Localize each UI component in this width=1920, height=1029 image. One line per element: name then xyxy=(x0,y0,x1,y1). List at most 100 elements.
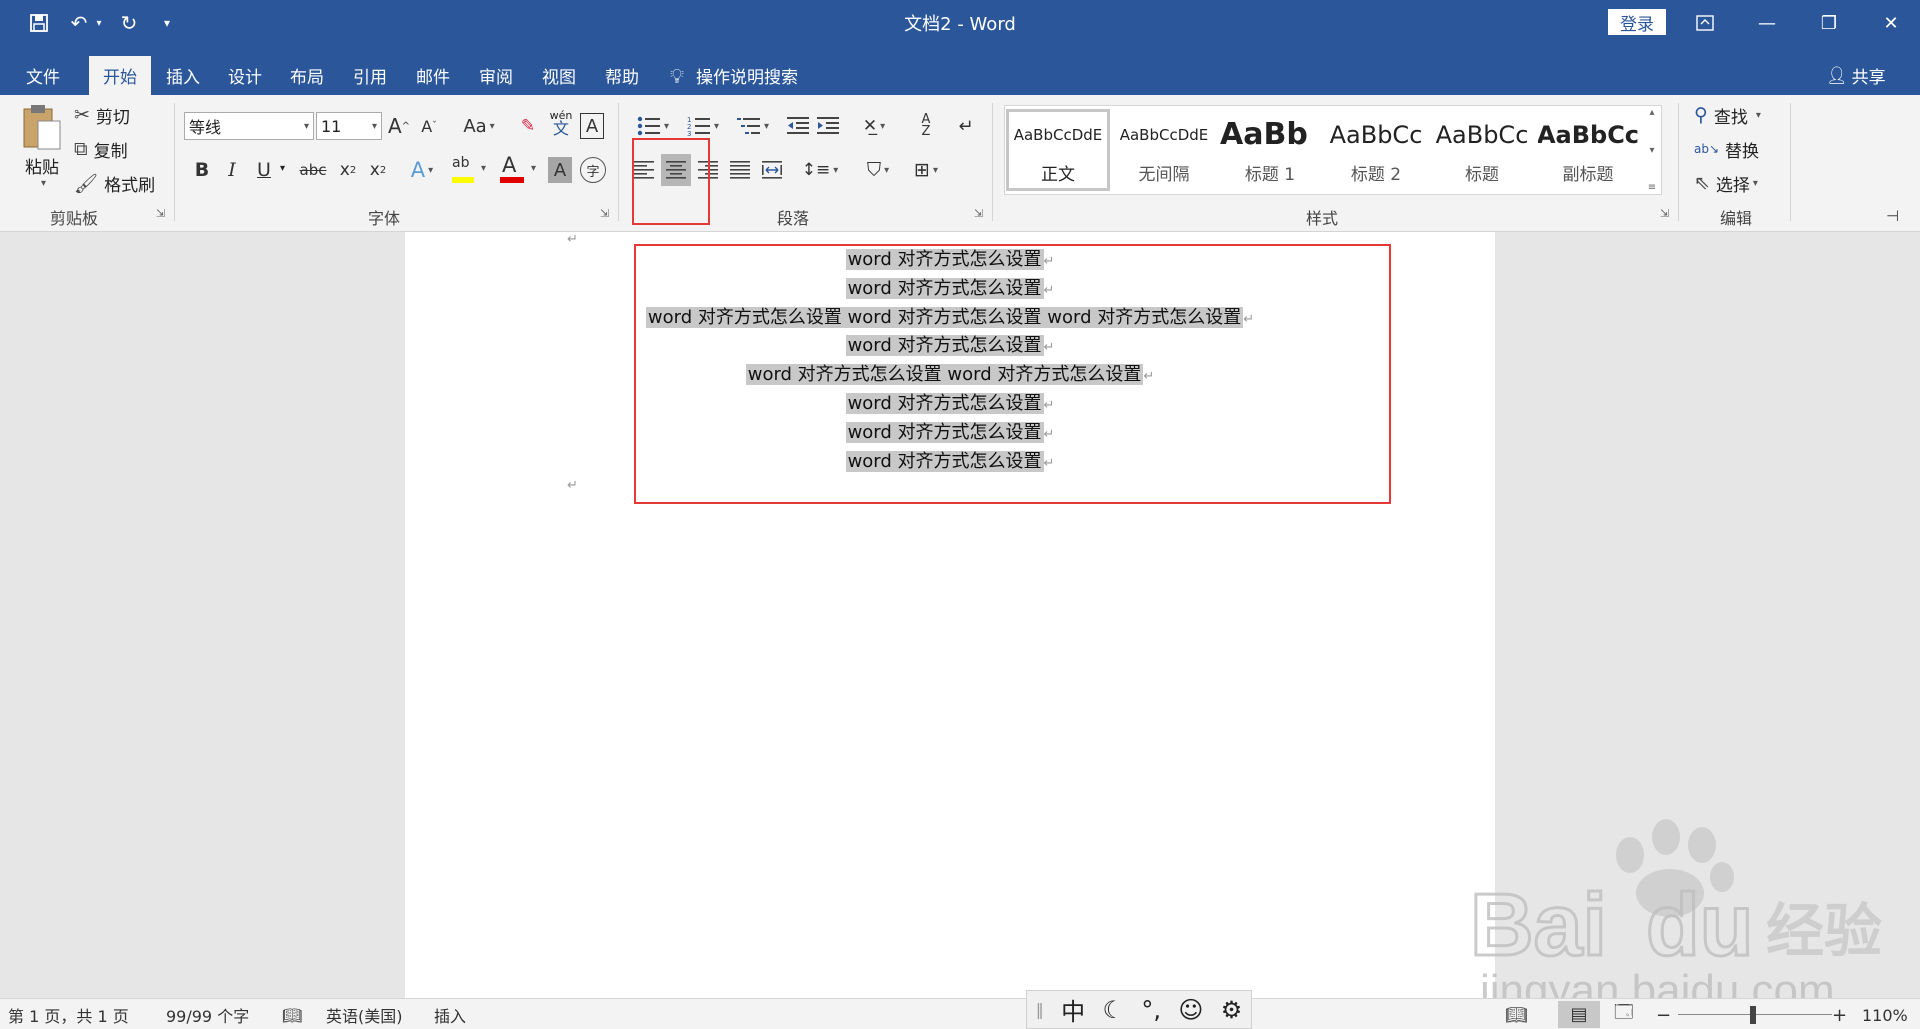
paste-dropdown-icon[interactable]: ▾ xyxy=(41,178,46,189)
emoji-icon[interactable]: ☺ xyxy=(1178,996,1203,1024)
zoom-in-icon[interactable]: + xyxy=(1832,1003,1847,1027)
zoom-level[interactable]: 110% xyxy=(1862,1003,1908,1027)
shading-icon[interactable]: ⛉ ▾ xyxy=(856,155,900,185)
word-count[interactable]: 99/99 个字 xyxy=(166,1003,249,1027)
save-icon[interactable] xyxy=(22,8,56,38)
bullets-icon[interactable]: ▾ xyxy=(630,112,676,140)
tab-help[interactable]: 帮助 xyxy=(591,56,653,95)
shrink-font-icon[interactable]: Aˇ xyxy=(416,112,442,140)
distributed-icon[interactable] xyxy=(758,155,786,185)
font-name-combo[interactable]: 等线 ▾ xyxy=(184,112,314,140)
justify-icon[interactable] xyxy=(726,155,754,185)
subscript-icon[interactable]: x2 xyxy=(334,155,362,185)
minimize-icon[interactable]: — xyxy=(1738,0,1796,46)
increase-indent-icon[interactable] xyxy=(814,112,842,140)
language-indicator[interactable]: 英语(美国) xyxy=(326,1003,403,1027)
signin-button[interactable]: 登录 xyxy=(1608,9,1666,35)
borders-icon[interactable]: ⊞ ▾ xyxy=(904,155,948,185)
zoom-out-icon[interactable]: − xyxy=(1656,1003,1671,1027)
styles-group-label: 样式 xyxy=(1305,209,1338,228)
paste-button[interactable]: 粘贴 ▾ xyxy=(14,103,70,195)
clipboard-launcher-icon[interactable]: ⇲ xyxy=(156,207,165,220)
redo-icon[interactable]: ↻ xyxy=(112,8,146,38)
select-button[interactable]: ⇖ 选择 ▾ xyxy=(1694,169,1758,197)
copy-button[interactable]: ⧉ 复制 xyxy=(74,135,128,163)
undo-icon[interactable]: ↶ xyxy=(62,8,96,38)
text-effects-icon[interactable]: A ▾ xyxy=(402,155,442,185)
sort-icon[interactable]: AZ xyxy=(912,112,940,140)
highlight-color-icon[interactable]: ab ▾ xyxy=(448,155,494,185)
tab-insert[interactable]: 插入 xyxy=(152,56,214,95)
page-count[interactable]: 第 1 页，共 1 页 xyxy=(8,1003,129,1027)
font-color-icon[interactable]: A ▾ xyxy=(498,153,542,185)
format-painter-button[interactable]: 🖌︎ 格式刷 xyxy=(74,169,155,197)
document-page[interactable]: ↵ word 对齐方式怎么设置 ↵ word 对齐方式怎么设置 ↵ word 对齐方… xyxy=(405,232,1495,998)
line-spacing-icon[interactable]: ↕≡ ▾ xyxy=(798,155,842,185)
style-title[interactable]: AaBbCc 标题 xyxy=(1430,109,1534,191)
tab-home[interactable]: 开始 xyxy=(89,56,151,95)
customize-icon[interactable]: ▾ xyxy=(155,8,179,38)
tab-view[interactable]: 视图 xyxy=(528,56,590,95)
character-border-icon[interactable]: A xyxy=(580,113,604,139)
show-formatting-marks-icon[interactable]: ↵ xyxy=(952,112,980,140)
tab-mailings[interactable]: 邮件 xyxy=(402,56,464,95)
paragraph-launcher-icon[interactable]: ⇲ xyxy=(974,207,983,220)
undo-dropdown-icon[interactable]: ▾ xyxy=(92,8,106,38)
style-normal[interactable]: AaBbCcDdE 正文 xyxy=(1006,109,1110,191)
decrease-indent-icon[interactable] xyxy=(784,112,812,140)
underline-dropdown-icon[interactable]: ▾ xyxy=(280,163,285,174)
tab-design[interactable]: 设计 xyxy=(214,56,276,95)
tab-review[interactable]: 审阅 xyxy=(465,56,527,95)
italic-icon[interactable]: I xyxy=(218,155,246,185)
web-layout-icon[interactable]: 🗔︎ xyxy=(1614,1002,1634,1027)
replace-button[interactable]: ab↘ 替换 xyxy=(1694,135,1759,163)
cut-button[interactable]: ✂ 剪切 xyxy=(74,101,130,129)
style-sample: AaBb xyxy=(1220,117,1308,152)
share-button[interactable]: 👤︎ 共享 xyxy=(1826,56,1886,95)
scroll-up-icon[interactable]: ▴ xyxy=(1649,107,1654,118)
find-button[interactable]: ⚲ 查找 ▾ xyxy=(1694,101,1761,129)
style-subtitle[interactable]: AaBbCc 副标题 xyxy=(1536,109,1640,191)
tab-file[interactable]: 文件 xyxy=(12,56,74,95)
style-heading-2[interactable]: AaBbCc 标题 2 xyxy=(1324,109,1428,191)
drag-handle-icon[interactable]: ‖ xyxy=(1036,1000,1044,1019)
bold-icon[interactable]: B xyxy=(188,155,216,185)
tab-references[interactable]: 引用 xyxy=(339,56,401,95)
more-styles-icon[interactable]: ≡ xyxy=(1648,182,1656,193)
multilevel-list-icon[interactable]: ▾ xyxy=(730,112,776,140)
close-icon[interactable]: ✕ xyxy=(1862,0,1920,46)
font-launcher-icon[interactable]: ⇲ xyxy=(600,207,609,220)
styles-scroll[interactable]: ▴ ▾ ≡ xyxy=(1644,107,1660,193)
underline-icon[interactable]: U xyxy=(250,155,278,185)
punctuation-icon[interactable]: °, xyxy=(1141,996,1161,1024)
print-layout-icon[interactable]: ▤ xyxy=(1558,1001,1600,1028)
numbering-icon[interactable]: 1 2 3 ▾ xyxy=(680,112,726,140)
tab-layout[interactable]: 布局 xyxy=(276,56,338,95)
tell-me-search[interactable]: 💡︎ 操作说明搜索 xyxy=(670,56,798,95)
proofing-icon[interactable]: 📖︎ xyxy=(282,1003,302,1027)
restore-icon[interactable]: ❐ xyxy=(1800,0,1858,46)
font-size-combo[interactable]: 11 ▾ xyxy=(316,112,382,140)
strikethrough-icon[interactable]: abc xyxy=(296,155,330,185)
style-sample: AaBbCc xyxy=(1435,120,1529,149)
insert-mode[interactable]: 插入 xyxy=(434,1003,466,1027)
zoom-slider-thumb[interactable] xyxy=(1750,1006,1756,1024)
styles-launcher-icon[interactable]: ⇲ xyxy=(1660,207,1669,220)
collapse-ribbon-icon[interactable]: ⊣ xyxy=(1886,207,1899,225)
change-case-button[interactable]: Aa ▾ xyxy=(456,112,502,140)
phonetic-guide-icon[interactable]: wén 文 xyxy=(548,109,574,141)
chinese-layout-icon[interactable]: ✕̲ ▾ xyxy=(854,112,894,140)
character-shading-icon[interactable]: A xyxy=(548,157,572,183)
scroll-down-icon[interactable]: ▾ xyxy=(1649,145,1654,156)
ime-language[interactable]: 中 xyxy=(1061,992,1085,1027)
style-no-spacing[interactable]: AaBbCcDdE 无间隔 xyxy=(1112,109,1216,191)
moon-icon[interactable]: ☾ xyxy=(1102,996,1124,1024)
gear-icon[interactable]: ⚙ xyxy=(1221,996,1243,1024)
enclose-characters-icon[interactable]: 字 xyxy=(580,157,606,183)
style-heading-1[interactable]: AaBb 标题 1 xyxy=(1218,109,1322,191)
ribbon-display-icon[interactable] xyxy=(1676,0,1734,46)
clear-formatting-icon[interactable]: ✎ xyxy=(514,112,542,140)
superscript-icon[interactable]: x2 xyxy=(364,155,392,185)
grow-font-icon[interactable]: A ^ xyxy=(386,112,412,140)
read-mode-icon[interactable]: 📖︎ xyxy=(1505,1003,1528,1027)
